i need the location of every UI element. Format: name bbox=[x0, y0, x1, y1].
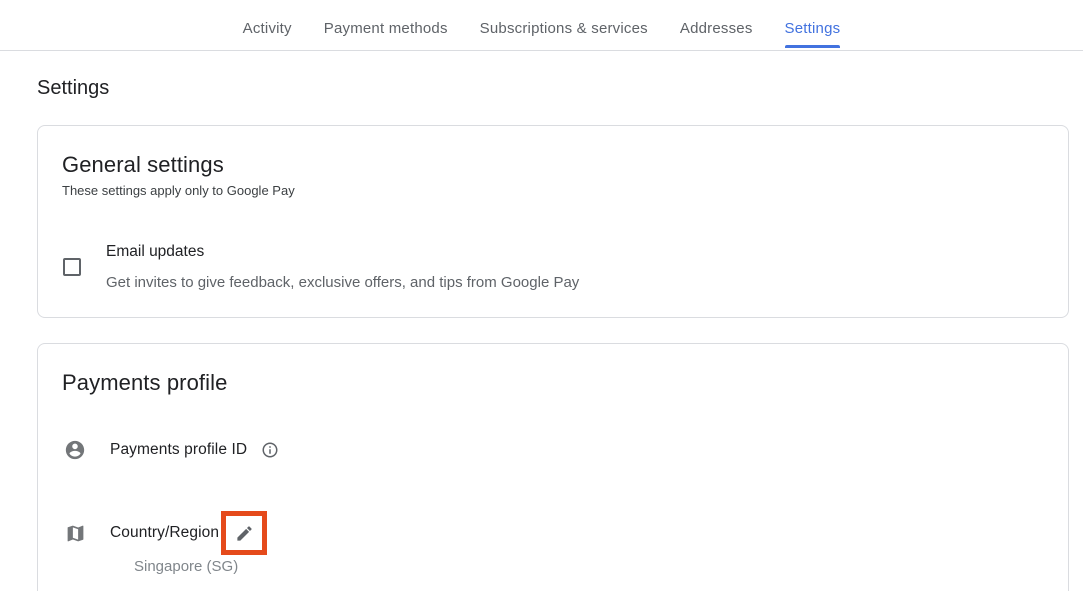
tab-settings[interactable]: Settings bbox=[785, 0, 841, 50]
payments-profile-title: Payments profile bbox=[62, 370, 1044, 396]
country-region-row: Country/Region bbox=[62, 511, 1044, 555]
email-updates-text: Email updates Get invites to give feedba… bbox=[106, 243, 579, 291]
country-region-value: Singapore (SG) bbox=[134, 558, 1044, 575]
payments-profile-card: Payments profile Payments profile ID bbox=[37, 343, 1069, 591]
email-updates-row: Email updates Get invites to give feedba… bbox=[62, 243, 1044, 291]
email-updates-description: Get invites to give feedback, exclusive … bbox=[106, 274, 579, 291]
country-region-label: Country/Region bbox=[110, 524, 219, 542]
edit-icon bbox=[235, 524, 254, 543]
payments-profile-id-label: Payments profile ID bbox=[110, 441, 247, 459]
payments-profile-id-row: Payments profile ID bbox=[62, 439, 1044, 461]
info-icon[interactable] bbox=[261, 441, 279, 459]
tab-label: Activity bbox=[243, 20, 292, 37]
tab-activity[interactable]: Activity bbox=[243, 0, 292, 50]
settings-page: Settings General settings These settings… bbox=[0, 77, 1083, 591]
general-settings-card: General settings These settings apply on… bbox=[37, 125, 1069, 318]
page-title: Settings bbox=[37, 77, 1069, 100]
tab-addresses[interactable]: Addresses bbox=[680, 0, 753, 50]
tab-payment-methods[interactable]: Payment methods bbox=[324, 0, 448, 50]
email-updates-checkbox[interactable] bbox=[63, 258, 81, 276]
annotation-highlight-box bbox=[221, 511, 267, 555]
tab-subscriptions-services[interactable]: Subscriptions & services bbox=[480, 0, 648, 50]
active-tab-underline bbox=[785, 45, 841, 48]
general-settings-title: General settings bbox=[62, 152, 1044, 178]
tab-label: Settings bbox=[785, 20, 841, 37]
tab-label: Addresses bbox=[680, 20, 753, 37]
tab-label: Payment methods bbox=[324, 20, 448, 37]
tab-bar: Activity Payment methods Subscriptions &… bbox=[0, 0, 1083, 51]
general-settings-subtitle: These settings apply only to Google Pay bbox=[62, 183, 1044, 198]
email-updates-label: Email updates bbox=[106, 243, 579, 261]
tab-label: Subscriptions & services bbox=[480, 20, 648, 37]
account-circle-icon bbox=[64, 439, 86, 461]
edit-country-button[interactable] bbox=[235, 524, 254, 543]
map-icon bbox=[64, 523, 86, 544]
